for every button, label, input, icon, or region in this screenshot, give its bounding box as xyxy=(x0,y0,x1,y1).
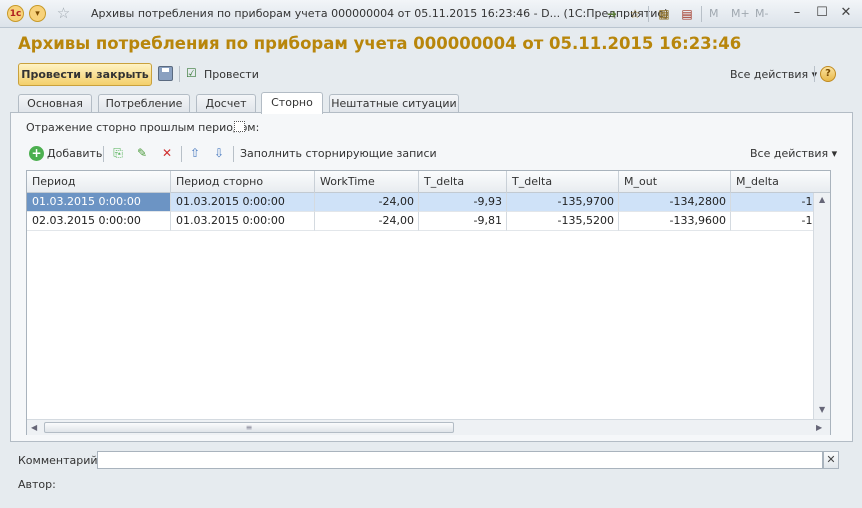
cell-period[interactable]: 02.03.2015 0:00:00 xyxy=(27,212,171,231)
tab-consumption[interactable]: Потребление xyxy=(98,94,190,113)
cell-t-delta[interactable]: -9,81 xyxy=(419,212,507,231)
column-header-storno-period[interactable]: Период сторно xyxy=(171,171,315,193)
cell-m-out[interactable]: -134,2800 xyxy=(619,193,731,212)
tab-emergency[interactable]: Нештатные ситуации xyxy=(329,94,459,113)
edit-pencil-icon[interactable]: ✎ xyxy=(134,145,150,161)
fill-storno-records-button[interactable]: Заполнить сторнирующие записи xyxy=(240,147,437,160)
reflect-previous-period-label: Отражение сторно прошлым периодом: xyxy=(26,121,260,134)
comment-input[interactable] xyxy=(97,451,823,469)
1c-logo-icon[interactable]: 1c xyxy=(7,5,24,22)
help-icon[interactable]: ? xyxy=(820,66,836,82)
cell-storno-period[interactable]: 01.03.2015 0:00:00 xyxy=(171,212,315,231)
tab-basic[interactable]: Основная xyxy=(18,94,92,113)
horizontal-scroll-thumb[interactable]: ≡ xyxy=(44,422,454,433)
move-up-icon[interactable]: ⇧ xyxy=(187,145,203,161)
tab-recalculation[interactable]: Досчет xyxy=(196,94,256,113)
minimize-icon[interactable]: – xyxy=(789,5,805,21)
cell-worktime[interactable]: -24,00 xyxy=(315,193,419,212)
author-label: Автор: xyxy=(18,478,56,491)
memory-m-button[interactable]: M xyxy=(709,7,719,20)
nav-forward-icon[interactable]: ➜ xyxy=(604,6,620,22)
post-and-close-button[interactable]: Провести и закрыть xyxy=(18,63,152,86)
cell-t-delta-2[interactable]: -135,9700 xyxy=(507,193,619,212)
storno-table: Период Период сторно WorkTime T_delta T_… xyxy=(26,170,831,435)
save-icon[interactable] xyxy=(158,66,173,81)
maximize-icon[interactable]: ☐ xyxy=(814,5,830,21)
column-header-t-delta-2[interactable]: T_delta xyxy=(507,171,619,193)
toolbar-separator xyxy=(233,146,234,162)
calculator-icon[interactable]: ▦ xyxy=(656,6,672,22)
scroll-left-arrow-icon[interactable]: ◀ xyxy=(31,423,37,432)
favorite-star-icon[interactable]: ☆ xyxy=(55,4,72,22)
window-title: Архивы потребления по приборам учета 000… xyxy=(91,7,669,20)
add-icon[interactable]: + xyxy=(29,146,44,161)
toolbar-separator xyxy=(181,146,182,162)
table-row[interactable]: 02.03.2015 0:00:00 01.03.2015 0:00:00 -2… xyxy=(27,212,830,231)
toolbar-separator xyxy=(179,66,180,82)
table-vertical-scrollbar[interactable]: ▲ ▼ xyxy=(813,193,830,419)
copy-row-icon[interactable]: ⎘ xyxy=(110,145,126,161)
reflect-previous-period-checkbox[interactable] xyxy=(234,121,245,132)
tab-storno[interactable]: Сторно xyxy=(261,92,323,114)
clear-comment-icon[interactable]: ✕ xyxy=(823,451,839,469)
cell-worktime[interactable]: -24,00 xyxy=(315,212,419,231)
scroll-up-arrow-icon[interactable]: ▲ xyxy=(819,195,825,204)
column-header-t-delta[interactable]: T_delta xyxy=(419,171,507,193)
column-header-m-delta[interactable]: M_delta xyxy=(731,171,830,193)
comment-label: Комментарий: xyxy=(18,454,102,467)
close-icon[interactable]: ✕ xyxy=(838,5,854,21)
scroll-down-arrow-icon[interactable]: ▼ xyxy=(819,405,825,414)
post-document-icon[interactable]: ☑ xyxy=(186,65,202,81)
toolbar-separator xyxy=(701,6,702,22)
main-menu-icon[interactable]: ▾ xyxy=(29,5,46,22)
window-titlebar: 1c ▾ ☆ Архивы потребления по приборам уч… xyxy=(0,0,862,28)
column-header-period[interactable]: Период xyxy=(27,171,171,193)
table-horizontal-scrollbar[interactable]: ◀ ≡ ▶ xyxy=(27,419,830,435)
all-actions-menu[interactable]: Все действия ▾ xyxy=(730,68,817,81)
column-header-worktime[interactable]: WorkTime xyxy=(315,171,419,193)
post-button[interactable]: Провести xyxy=(204,68,259,81)
cell-t-delta-2[interactable]: -135,5200 xyxy=(507,212,619,231)
delete-icon[interactable]: ✕ xyxy=(159,145,175,161)
toolbar-separator xyxy=(103,146,104,162)
toolbar-separator xyxy=(814,66,815,82)
scroll-right-arrow-icon[interactable]: ▶ xyxy=(816,423,822,432)
memory-minus-button[interactable]: M- xyxy=(755,7,768,20)
storno-all-actions-menu[interactable]: Все действия ▾ xyxy=(750,147,837,160)
calendar-icon[interactable]: ▤ xyxy=(679,6,695,22)
move-down-icon[interactable]: ⇩ xyxy=(211,145,227,161)
document-title: Архивы потребления по приборам учета 000… xyxy=(18,34,742,53)
table-row[interactable]: 01.03.2015 0:00:00 01.03.2015 0:00:00 -2… xyxy=(27,193,830,212)
add-button[interactable]: Добавить xyxy=(47,147,102,160)
column-header-m-out[interactable]: M_out xyxy=(619,171,731,193)
memory-plus-button[interactable]: M+ xyxy=(731,7,750,20)
cell-period[interactable]: 01.03.2015 0:00:00 xyxy=(27,193,171,212)
cell-storno-period[interactable]: 01.03.2015 0:00:00 xyxy=(171,193,315,212)
bookmark-icon[interactable]: ☆ xyxy=(627,6,643,22)
toolbar-separator xyxy=(648,6,649,22)
table-header: Период Период сторно WorkTime T_delta T_… xyxy=(27,171,830,193)
cell-t-delta[interactable]: -9,93 xyxy=(419,193,507,212)
cell-m-out[interactable]: -133,9600 xyxy=(619,212,731,231)
